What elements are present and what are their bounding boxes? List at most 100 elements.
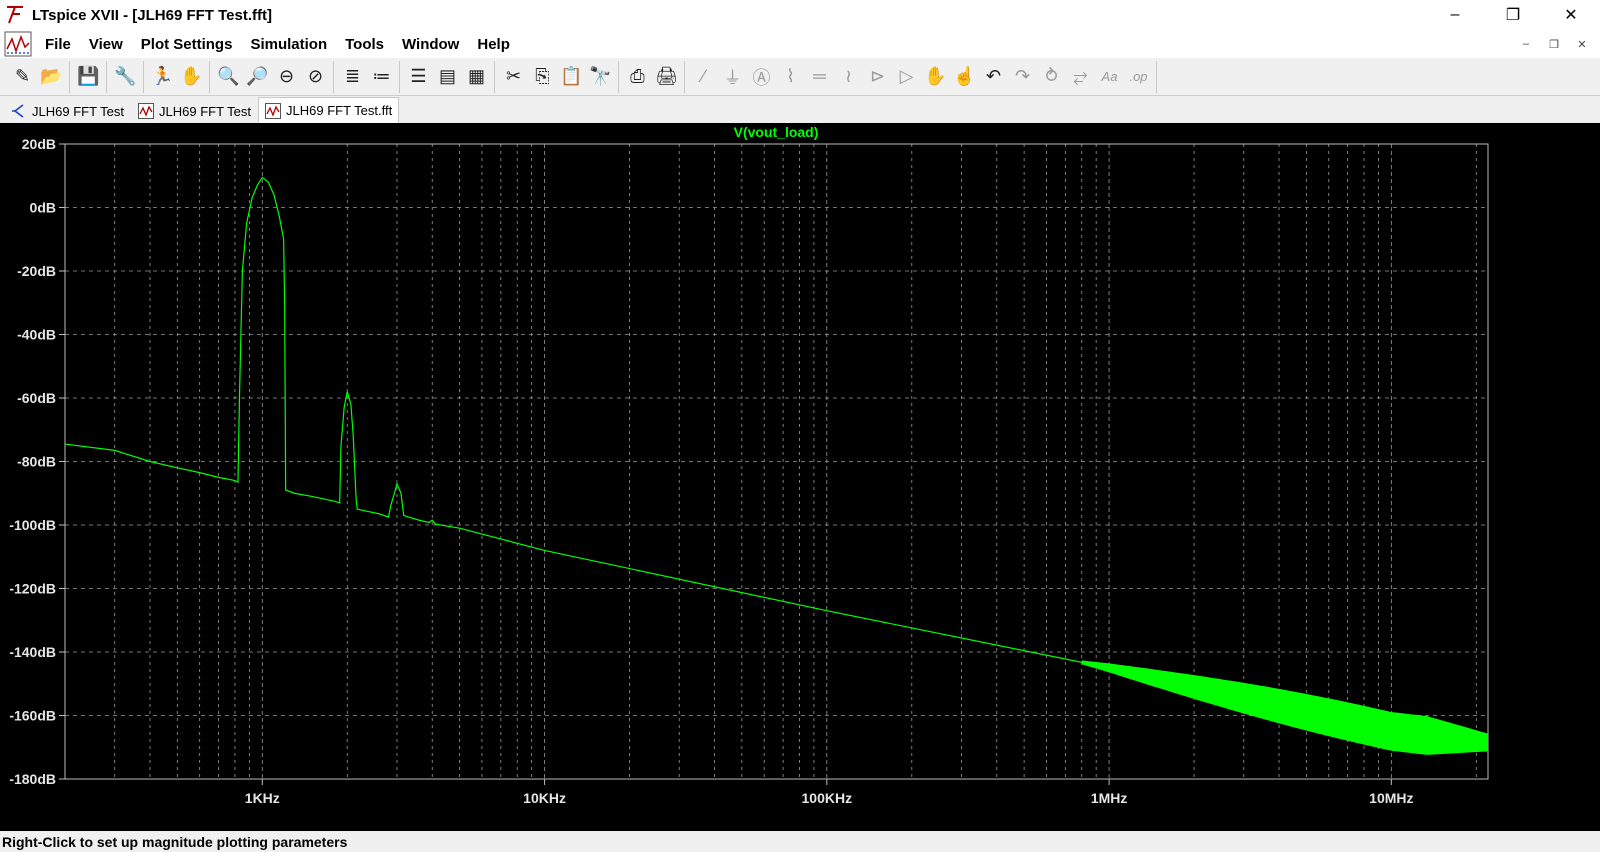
undo-icon: ↶ xyxy=(985,66,1002,86)
toolbar-group: ≣ ≔ xyxy=(338,60,400,93)
rotate-button[interactable]: ⥁ xyxy=(1037,62,1066,92)
copy-button[interactable]: ⎘ xyxy=(528,62,557,92)
trace-title[interactable]: V(vout_load) xyxy=(734,124,819,140)
resistor-icon: ⌇ xyxy=(786,66,795,86)
inductor-button[interactable]: ≀ xyxy=(834,62,863,92)
y-axis-ticks: 20dB 0dB -20dB -40dB -60dB -80dB -100dB -120dB -… xyxy=(9,136,65,787)
trace-vout-load[interactable] xyxy=(64,176,1489,744)
y-tick-label: -100dB xyxy=(9,517,56,533)
tile-vertical-button[interactable]: ▤ xyxy=(433,62,462,92)
menu-window[interactable]: Window xyxy=(393,36,468,53)
print-setup-button[interactable]: ⎙ xyxy=(623,62,652,92)
menu-view[interactable]: View xyxy=(80,36,132,53)
x-axis-ticks: 1KHz 10KHz 100KHz 1MHz 10MHz xyxy=(245,779,1414,806)
print-setup-icon: ⎙ xyxy=(630,66,645,86)
cut-button[interactable]: ✂ xyxy=(499,62,528,92)
grid xyxy=(65,144,1488,779)
spice-directive-icon: .op xyxy=(1129,69,1148,84)
print-button[interactable]: 🖨 xyxy=(652,62,681,92)
wire-button[interactable]: ∕ xyxy=(689,62,718,92)
diode-button[interactable]: ⊳ xyxy=(863,62,892,92)
ground-icon: ⏚ xyxy=(723,67,742,88)
redo-button[interactable]: ↷ xyxy=(1008,62,1037,92)
move-button[interactable]: ✋ xyxy=(921,62,950,92)
save-button[interactable]: 💾 xyxy=(74,62,103,92)
cascade-button[interactable]: ▦ xyxy=(462,62,491,92)
toolbar-group: ⎙ 🖨 xyxy=(623,60,685,93)
control-panel-button[interactable]: 🔧 xyxy=(111,62,140,92)
menu-plot-settings[interactable]: Plot Settings xyxy=(132,36,242,53)
component-icon: ▷ xyxy=(899,66,914,86)
new-schematic-button[interactable]: ✎ xyxy=(8,62,37,92)
mdi-controls: – ❐ ✕ xyxy=(1512,30,1596,58)
fft-plot[interactable]: 20dB 0dB -20dB -40dB -60dB -80dB -100dB -120dB -… xyxy=(0,123,1600,831)
cut-icon: ✂ xyxy=(505,66,522,86)
document-waveform-icon[interactable] xyxy=(4,31,32,57)
tile-horizontal-button[interactable]: ☰ xyxy=(404,62,433,92)
component-button[interactable]: ▷ xyxy=(892,62,921,92)
manual-limits-button[interactable]: ≔ xyxy=(367,62,396,92)
toolbar: ✎ 📂 💾 🔧 🏃 ✋ 🔍 🔎 ⊖ ⊘ ≣ ≔ ☰ ▤ ▦ ✂ ⎘ 📋 🔭 ⎙ 🖨 ∕ ⏚ Ⓐ ⌇ ═ ≀ ⊳ ▷ ✋ ☝ ↶ ↷ ⥁ ⥂ Aa .op xyxy=(0,58,1600,96)
tab-label: JLH69 FFT Test xyxy=(32,103,124,119)
inductor-icon: ≀ xyxy=(845,66,852,86)
undo-button[interactable]: ↶ xyxy=(979,62,1008,92)
trace-noise-band xyxy=(1081,660,1488,755)
window-title: LTspice XVII - [JLH69 FFT Test.fft] xyxy=(32,6,273,24)
menu-simulation[interactable]: Simulation xyxy=(241,36,336,53)
zoom-fit-button[interactable]: ⊘ xyxy=(301,62,330,92)
mdi-close-button[interactable]: ✕ xyxy=(1568,33,1596,55)
ground-button[interactable]: ⏚ xyxy=(718,62,747,92)
y-tick-label: -40dB xyxy=(17,327,56,343)
status-text: Right-Click to set up magnitude plotting… xyxy=(2,833,348,850)
find-button[interactable]: 🔭 xyxy=(586,62,615,92)
open-folder-icon: 📂 xyxy=(40,66,63,86)
menu-file[interactable]: File xyxy=(36,36,80,53)
tab-schematic[interactable]: JLH69 FFT Test xyxy=(4,99,131,123)
y-tick-label: -20dB xyxy=(17,263,56,279)
x-tick-label: 10KHz xyxy=(523,790,566,806)
resistor-button[interactable]: ⌇ xyxy=(776,62,805,92)
control-panel-icon: 🔧 xyxy=(114,66,137,86)
drag-button[interactable]: ☝ xyxy=(950,62,979,92)
tab-fft[interactable]: JLH69 FFT Test.fft xyxy=(258,97,400,123)
ltspice-logo-icon xyxy=(7,6,23,24)
tab-waveform[interactable]: JLH69 FFT Test xyxy=(131,99,258,123)
paste-button[interactable]: 📋 xyxy=(557,62,586,92)
close-button[interactable]: ✕ xyxy=(1542,0,1600,30)
document-tabs: JLH69 FFT Test JLH69 FFT Test JLH69 FFT … xyxy=(0,96,1600,123)
text-button[interactable]: Aa xyxy=(1095,62,1124,92)
menu-tools[interactable]: Tools xyxy=(336,36,393,53)
tile-horizontal-icon: ☰ xyxy=(410,66,427,86)
mdi-minimize-button[interactable]: – xyxy=(1512,33,1540,55)
mirror-icon: ⥂ xyxy=(1073,66,1088,86)
capacitor-icon: ═ xyxy=(813,66,826,86)
zoom-pan-button[interactable]: 🔎 xyxy=(243,62,272,92)
minimize-button[interactable]: – xyxy=(1426,0,1484,30)
menu-help[interactable]: Help xyxy=(468,36,519,53)
run-button[interactable]: 🏃 xyxy=(148,62,177,92)
mirror-button[interactable]: ⥂ xyxy=(1066,62,1095,92)
y-tick-label: -120dB xyxy=(9,581,56,597)
restore-button[interactable]: ❐ xyxy=(1484,0,1542,30)
label-net-button[interactable]: Ⓐ xyxy=(747,62,776,92)
mdi-restore-button[interactable]: ❐ xyxy=(1540,33,1568,55)
toolbar-group: ☰ ▤ ▦ xyxy=(404,60,495,93)
spice-directive-button[interactable]: .op xyxy=(1124,62,1153,92)
toolbar-group: ∕ ⏚ Ⓐ ⌇ ═ ≀ ⊳ ▷ ✋ ☝ ↶ ↷ ⥁ ⥂ Aa .op xyxy=(689,60,1157,93)
tab-label: JLH69 FFT Test xyxy=(159,103,251,119)
zoom-in-button[interactable]: 🔍 xyxy=(214,62,243,92)
rotate-icon: ⥁ xyxy=(1045,66,1058,86)
capacitor-button[interactable]: ═ xyxy=(805,62,834,92)
zoom-out-button[interactable]: ⊖ xyxy=(272,62,301,92)
open-folder-button[interactable]: 📂 xyxy=(37,62,66,92)
run-icon: 🏃 xyxy=(151,66,174,86)
halt-button[interactable]: ✋ xyxy=(177,62,206,92)
y-tick-label: 0dB xyxy=(30,200,56,216)
autorange-button[interactable]: ≣ xyxy=(338,62,367,92)
tab-label: JLH69 FFT Test.fft xyxy=(286,103,393,118)
toolbar-group: 🏃 ✋ xyxy=(148,60,210,93)
paste-icon: 📋 xyxy=(560,66,583,86)
autorange-icon: ≣ xyxy=(344,66,361,86)
redo-icon: ↷ xyxy=(1014,66,1031,86)
plot-pane[interactable]: 20dB 0dB -20dB -40dB -60dB -80dB -100dB -120dB -… xyxy=(0,123,1600,831)
